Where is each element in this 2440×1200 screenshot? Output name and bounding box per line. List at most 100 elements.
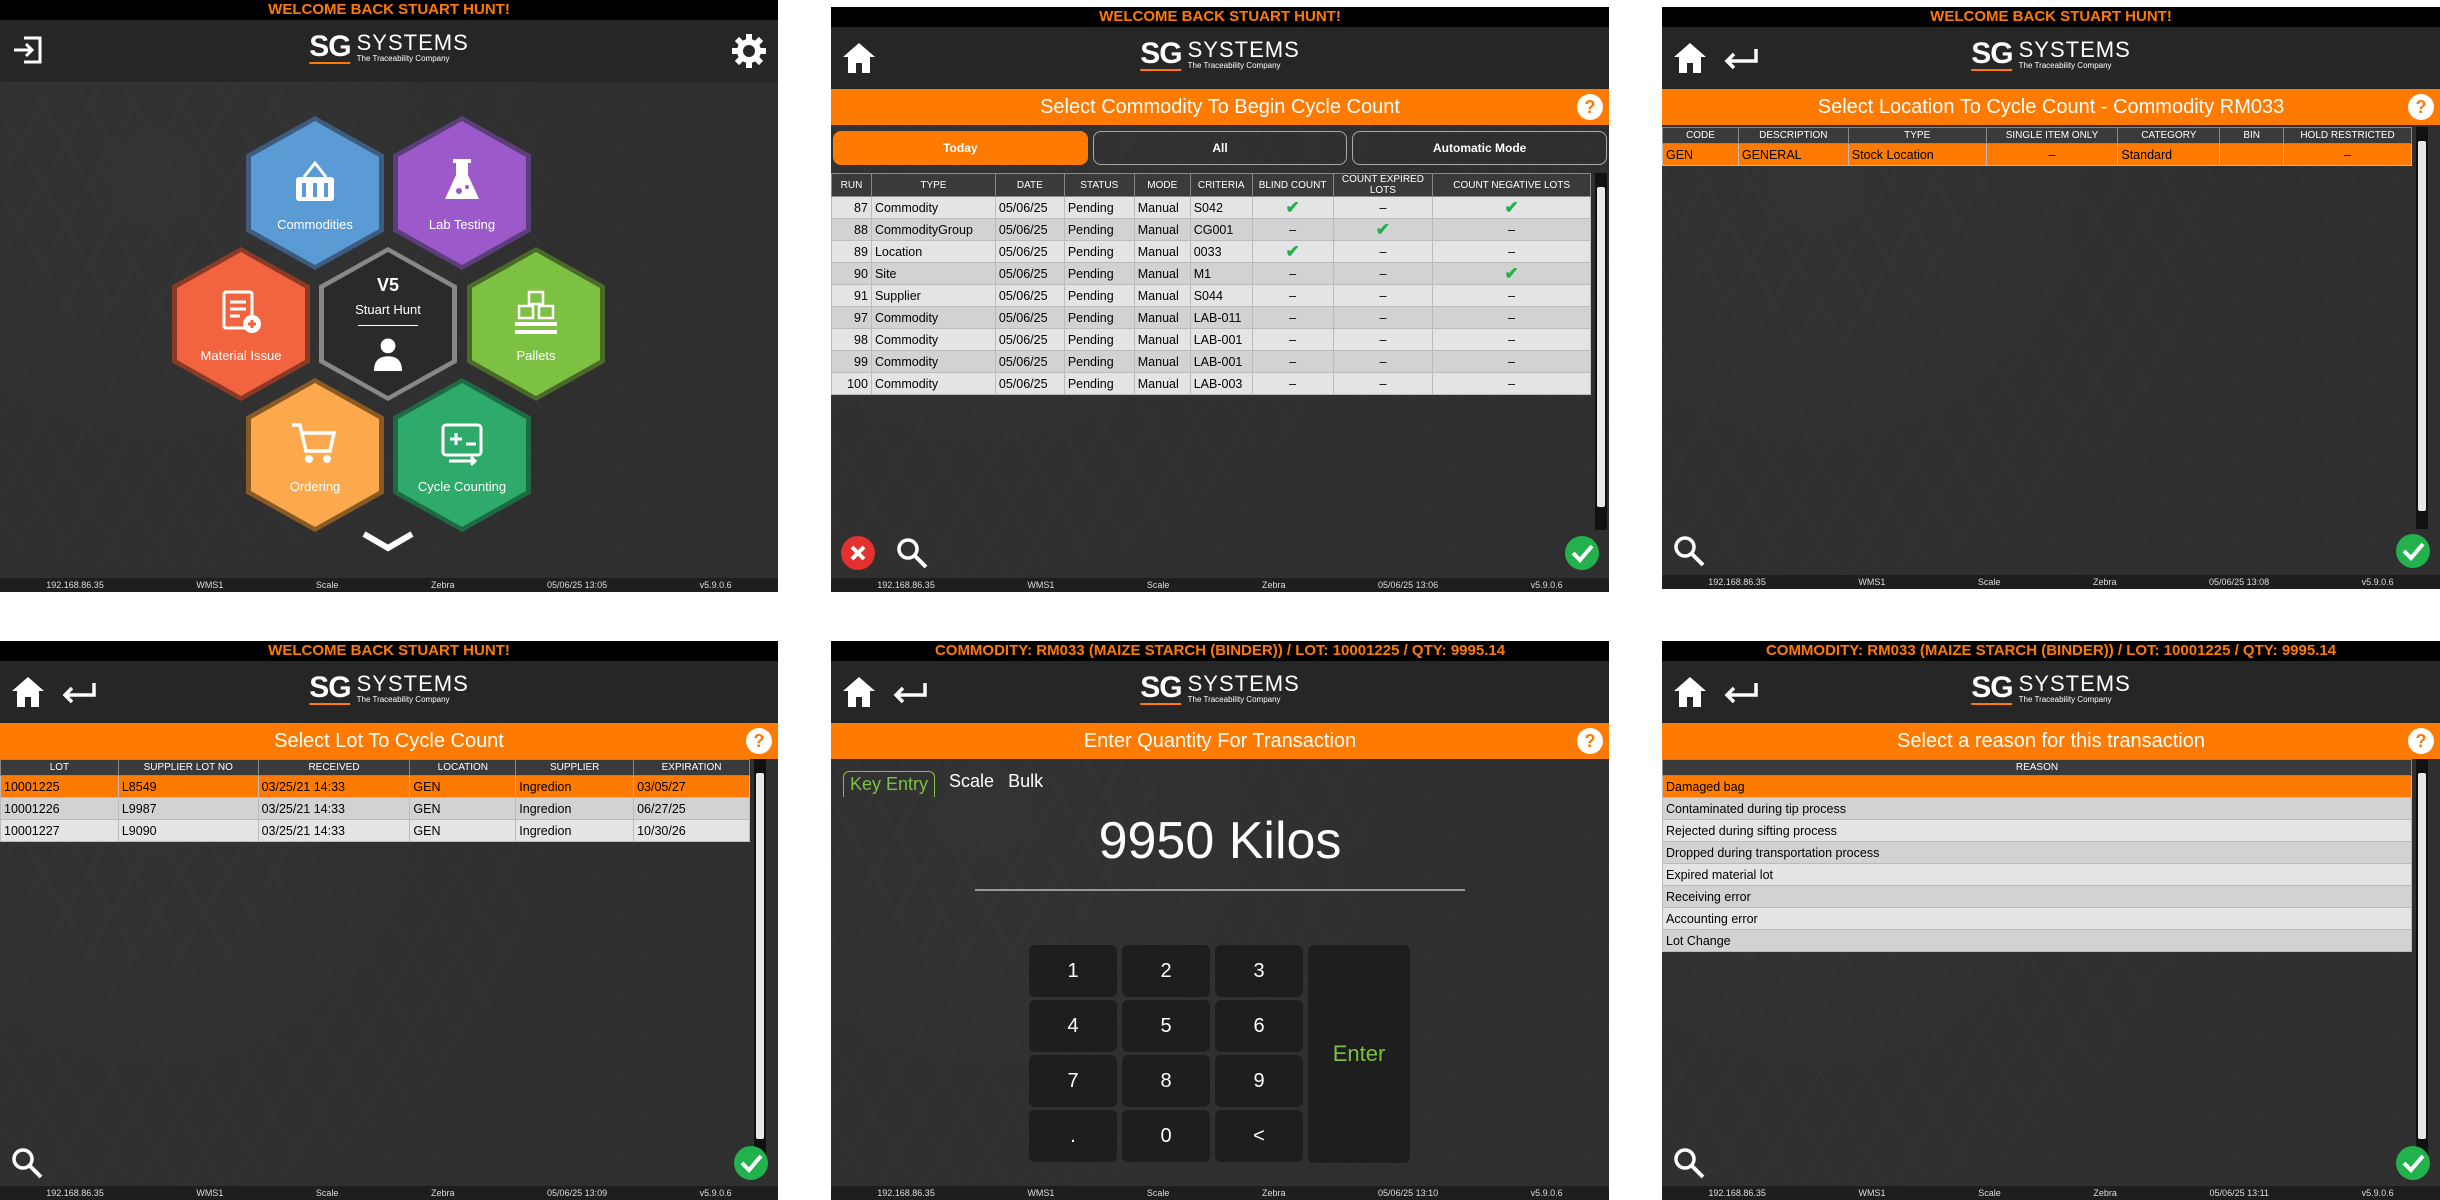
column-header[interactable]: CRITERIA (1189, 173, 1253, 197)
key-4[interactable]: 4 (1029, 1000, 1117, 1052)
back-arrow-icon[interactable] (1722, 45, 1760, 73)
help-icon[interactable]: ? (1577, 728, 1603, 754)
key-8[interactable]: 8 (1122, 1055, 1210, 1107)
column-header[interactable]: HOLD RESTRICTED (2283, 127, 2412, 144)
list-item[interactable]: Dropped during transportation process (1662, 841, 2412, 864)
column-header[interactable]: EXPIRATION (633, 759, 750, 776)
tile-user-profile[interactable]: V5 Stuart Hunt (319, 247, 457, 401)
column-header[interactable]: STATUS (1063, 173, 1135, 197)
column-header[interactable]: RUN (831, 173, 872, 197)
tab-today[interactable]: Today (833, 131, 1088, 165)
key-9[interactable]: 9 (1215, 1055, 1303, 1107)
key-6[interactable]: 6 (1215, 1000, 1303, 1052)
column-header[interactable]: LOCATION (409, 759, 517, 776)
key-5[interactable]: 5 (1122, 1000, 1210, 1052)
table-row[interactable]: 90 Site 05/06/25 Pending Manual M1– – ✔ (831, 262, 1591, 285)
table-row[interactable]: 99 Commodity 05/06/25 Pending Manual LAB-001–… (831, 350, 1591, 373)
logout-icon[interactable] (10, 32, 46, 68)
tab-bulk[interactable]: Bulk (1008, 771, 1043, 797)
column-header[interactable]: RECEIVED (257, 759, 411, 776)
tile-lab-testing[interactable]: Lab Testing (393, 116, 531, 270)
scrollbar[interactable] (754, 759, 766, 1157)
scrollbar[interactable] (2416, 759, 2428, 1157)
column-header[interactable]: CODE (1662, 127, 1739, 144)
column-header[interactable]: LOT (0, 759, 119, 776)
tab-key-entry[interactable]: Key Entry (843, 771, 936, 797)
table-row[interactable]: 98 Commodity 05/06/25 Pending Manual LAB-001–… (831, 328, 1591, 351)
back-arrow-icon[interactable] (891, 679, 929, 707)
key-0[interactable]: 0 (1122, 1110, 1210, 1162)
list-item[interactable]: Lot Change (1662, 929, 2412, 952)
column-header[interactable]: DESCRIPTION (1737, 127, 1849, 144)
search-icon[interactable] (895, 536, 929, 570)
home-icon[interactable] (841, 41, 877, 75)
enter-button[interactable]: Enter (1308, 945, 1410, 1163)
help-icon[interactable]: ? (2408, 728, 2434, 754)
column-header[interactable]: SUPPLIER (515, 759, 635, 776)
table-row[interactable]: 10001226 L9987 03/25/21 14:33 GEN Ingredion 0… (0, 797, 750, 820)
key-3[interactable]: 3 (1215, 945, 1303, 997)
help-icon[interactable]: ? (746, 728, 772, 754)
chevron-down-icon[interactable] (358, 528, 418, 554)
table-row[interactable]: 10001225 L8549 03/25/21 14:33 GEN Ingredion 0… (0, 775, 750, 798)
home-icon[interactable] (1672, 675, 1708, 709)
column-header[interactable]: SUPPLIER LOT NO (117, 759, 259, 776)
column-header[interactable]: TYPE (1847, 127, 1987, 144)
table-row[interactable]: 97 Commodity 05/06/25 Pending Manual LAB-011–… (831, 306, 1591, 329)
key-2[interactable]: 2 (1122, 945, 1210, 997)
list-item[interactable]: Rejected during sifting process (1662, 819, 2412, 842)
column-header[interactable]: DATE (994, 173, 1065, 197)
scrollbar[interactable] (2416, 127, 2428, 529)
search-icon[interactable] (10, 1146, 44, 1180)
tab-all[interactable]: All (1092, 131, 1348, 165)
home-icon[interactable] (841, 675, 877, 709)
back-arrow-icon[interactable] (60, 679, 98, 707)
tile-commodities[interactable]: Commodities (246, 116, 384, 270)
list-item[interactable]: Receiving error (1662, 885, 2412, 908)
home-icon[interactable] (10, 675, 46, 709)
table-row[interactable]: 91 Supplier 05/06/25 Pending Manual S044– – – (831, 284, 1591, 307)
column-header[interactable]: SINGLE ITEM ONLY (1985, 127, 2119, 144)
table-row[interactable]: 10001227 L9090 03/25/21 14:33 GEN Ingredion 1… (0, 819, 750, 842)
table-row[interactable]: 87 Commodity 05/06/25 Pending Manual S042 ✔ – ✔ (831, 196, 1591, 219)
column-header[interactable]: MODE (1133, 173, 1191, 197)
tab-scale[interactable]: Scale (949, 771, 994, 797)
help-icon[interactable]: ? (2408, 94, 2434, 120)
search-icon[interactable] (1672, 1146, 1706, 1180)
settings-gear-icon[interactable] (730, 32, 768, 70)
list-item[interactable]: Expired material lot (1662, 863, 2412, 886)
column-header[interactable]: BIN (2219, 127, 2285, 144)
column-header[interactable]: COUNT NEGATIVE LOTS (1432, 173, 1591, 197)
back-arrow-icon[interactable] (1722, 679, 1760, 707)
confirm-button[interactable] (1565, 536, 1599, 570)
tile-ordering[interactable]: Ordering (246, 378, 384, 532)
column-header[interactable]: BLIND COUNT (1251, 173, 1334, 197)
tile-material-issue[interactable]: Material Issue (172, 247, 310, 401)
table-row[interactable]: 100 Commodity 05/06/25 Pending Manual LAB-003… (831, 372, 1591, 395)
list-item[interactable]: Contaminated during tip process (1662, 797, 2412, 820)
confirm-button[interactable] (2396, 1146, 2430, 1180)
key-decimal[interactable]: . (1029, 1110, 1117, 1162)
cancel-button[interactable] (841, 536, 875, 570)
help-icon[interactable]: ? (1577, 94, 1603, 120)
table-row[interactable]: 89 Location 05/06/25 Pending Manual 0033 ✔ – – (831, 240, 1591, 263)
home-icon[interactable] (1672, 41, 1708, 75)
list-item[interactable]: Accounting error (1662, 907, 2412, 930)
confirm-button[interactable] (2396, 534, 2430, 568)
key-1[interactable]: 1 (1029, 945, 1117, 997)
column-header[interactable]: TYPE (870, 173, 996, 197)
table-row[interactable]: GEN GENERAL Stock Location – Standard – (1662, 143, 2412, 166)
search-icon[interactable] (1672, 534, 1706, 568)
key-7[interactable]: 7 (1029, 1055, 1117, 1107)
key-backspace[interactable]: < (1215, 1110, 1303, 1162)
tab-automatic-mode[interactable]: Automatic Mode (1352, 131, 1608, 165)
list-item[interactable]: Damaged bag (1662, 775, 2412, 798)
column-header[interactable]: CATEGORY (2117, 127, 2221, 144)
column-header[interactable]: COUNT EXPIRED LOTS (1332, 173, 1434, 197)
table-row[interactable]: 88 CommodityGroup 05/06/25 Pending Manual CG0… (831, 218, 1591, 241)
tile-pallets[interactable]: Pallets (467, 247, 605, 401)
scrollbar[interactable] (1595, 173, 1607, 530)
tile-cycle-counting[interactable]: Cycle Counting (393, 378, 531, 532)
confirm-button[interactable] (734, 1146, 768, 1180)
column-header[interactable]: REASON (1662, 759, 2412, 776)
